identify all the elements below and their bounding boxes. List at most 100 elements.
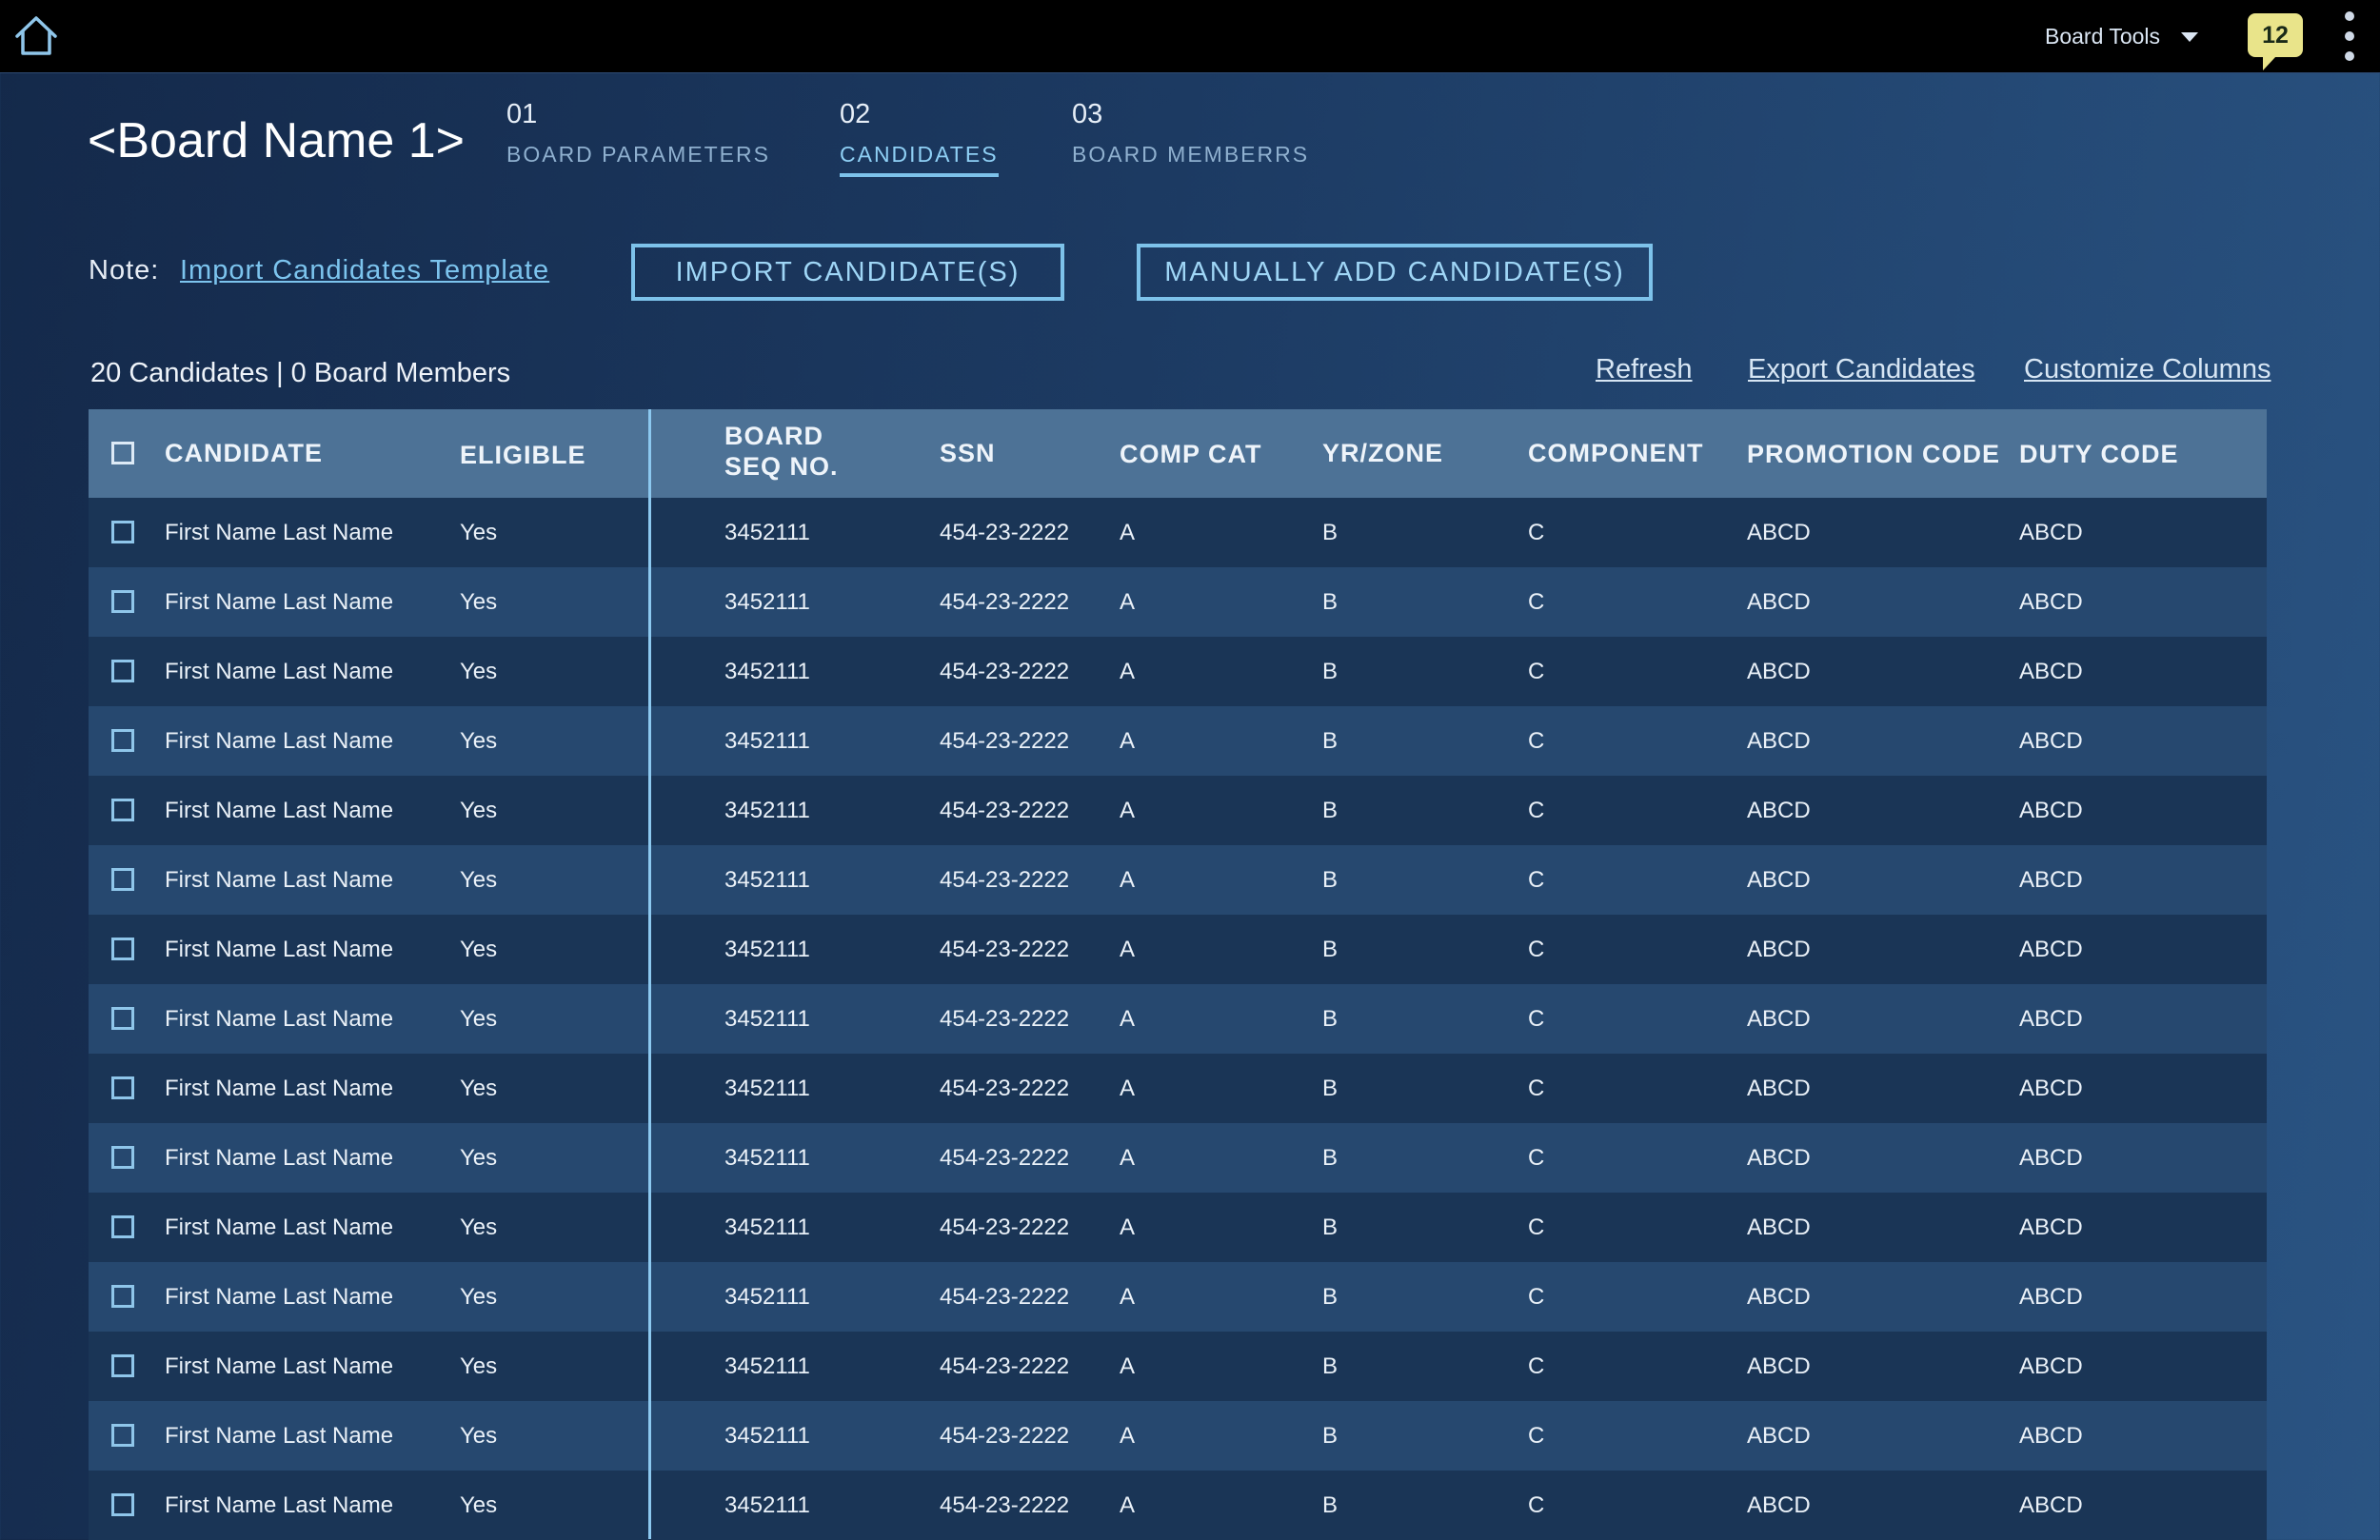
table-row[interactable]: First Name Last Name Yes 3452111 454-23-222…	[89, 845, 2267, 915]
cell-eligible: Yes	[460, 728, 498, 754]
table-row[interactable]: First Name Last Name Yes 3452111 454-23-222…	[89, 776, 2267, 845]
row-checkbox[interactable]	[111, 590, 134, 613]
cell-comp-cat: A	[1120, 937, 1136, 962]
table-row[interactable]: First Name Last Name Yes 3452111 454-23-222…	[89, 1054, 2267, 1123]
row-checkbox[interactable]	[111, 729, 134, 752]
table-row[interactable]: First Name Last Name Yes 3452111 454-23-222…	[89, 706, 2267, 776]
column-header-promotion-code[interactable]: PROMOTION CODE	[1747, 439, 2000, 469]
column-header-component[interactable]: COMPONENT	[1528, 438, 1704, 468]
cell-yr-zone: B	[1322, 867, 1339, 893]
column-header-board-seq[interactable]: BOARD SEQ NO.	[724, 421, 839, 482]
row-checkbox[interactable]	[111, 799, 134, 821]
cell-board-seq: 3452111	[724, 937, 810, 962]
step-candidates[interactable]: 02 CANDIDATES	[840, 99, 999, 177]
table-row[interactable]: First Name Last Name Yes 3452111 454-23-222…	[89, 1471, 2267, 1540]
cell-component: C	[1528, 937, 1545, 962]
table-row[interactable]: First Name Last Name Yes 3452111 454-23-222…	[89, 984, 2267, 1054]
cell-duty-code: ABCD	[2019, 1423, 2083, 1449]
table-row[interactable]: First Name Last Name Yes 3452111 454-23-222…	[89, 1123, 2267, 1193]
table-row[interactable]: First Name Last Name Yes 3452111 454-23-222…	[89, 567, 2267, 637]
cell-eligible: Yes	[460, 659, 498, 684]
step-board-members[interactable]: 03 BOARD MEMBERRS	[1072, 99, 1309, 168]
column-header-duty-code[interactable]: DUTY CODE	[2019, 439, 2179, 469]
home-icon[interactable]	[13, 13, 59, 57]
table-row[interactable]: First Name Last Name Yes 3452111 454-23-222…	[89, 1401, 2267, 1471]
top-bar: Board Tools 12	[0, 0, 2380, 73]
cell-duty-code: ABCD	[2019, 1006, 2083, 1032]
cell-candidate: First Name Last Name	[165, 728, 394, 754]
row-checkbox[interactable]	[111, 1354, 134, 1377]
cell-component: C	[1528, 728, 1545, 754]
cell-eligible: Yes	[460, 1076, 498, 1101]
row-checkbox[interactable]	[111, 1007, 134, 1030]
manually-add-candidates-button[interactable]: MANUALLY ADD CANDIDATE(S)	[1137, 244, 1653, 301]
row-checkbox[interactable]	[111, 938, 134, 960]
import-template-link[interactable]: Import Candidates Template	[180, 255, 549, 286]
header-line: SEQ NO.	[724, 452, 839, 481]
cell-component: C	[1528, 659, 1545, 684]
column-header-ssn[interactable]: SSN	[940, 438, 996, 468]
cell-ssn: 454-23-2222	[940, 1284, 1070, 1310]
cell-promotion-code: ABCD	[1747, 1423, 1811, 1449]
column-divider	[648, 409, 651, 1539]
step-label: CANDIDATES	[840, 142, 999, 167]
table-row[interactable]: First Name Last Name Yes 3452111 454-23-222…	[89, 498, 2267, 567]
cell-promotion-code: ABCD	[1747, 1145, 1811, 1171]
cell-yr-zone: B	[1322, 1006, 1339, 1032]
vertical-ellipsis-icon[interactable]	[2340, 11, 2359, 61]
column-header-candidate[interactable]: CANDIDATE	[165, 438, 323, 468]
column-header-yr-zone[interactable]: YR/ZONE	[1322, 438, 1443, 468]
table-row[interactable]: First Name Last Name Yes 3452111 454-23-222…	[89, 915, 2267, 984]
row-checkbox[interactable]	[111, 1285, 134, 1308]
step-number: 01	[506, 99, 538, 129]
select-all-checkbox[interactable]	[111, 442, 134, 464]
cell-duty-code: ABCD	[2019, 520, 2083, 545]
chevron-down-icon	[2181, 32, 2199, 42]
cell-ssn: 454-23-2222	[940, 659, 1070, 684]
cell-promotion-code: ABCD	[1747, 728, 1811, 754]
cell-component: C	[1528, 1214, 1545, 1240]
cell-ssn: 454-23-2222	[940, 798, 1070, 823]
cell-ssn: 454-23-2222	[940, 1076, 1070, 1101]
cell-board-seq: 3452111	[724, 1423, 810, 1449]
cell-candidate: First Name Last Name	[165, 1284, 394, 1310]
row-checkbox[interactable]	[111, 1146, 134, 1169]
cell-yr-zone: B	[1322, 1284, 1339, 1310]
customize-columns-link[interactable]: Customize Columns	[2024, 354, 2271, 385]
cell-comp-cat: A	[1120, 798, 1136, 823]
cell-comp-cat: A	[1120, 659, 1136, 684]
row-checkbox[interactable]	[111, 1215, 134, 1238]
row-checkbox[interactable]	[111, 1424, 134, 1447]
table-row[interactable]: First Name Last Name Yes 3452111 454-23-222…	[89, 1193, 2267, 1262]
step-label: BOARD MEMBERRS	[1072, 142, 1310, 167]
note-label: Note:	[89, 255, 160, 286]
table-row[interactable]: First Name Last Name Yes 3452111 454-23-222…	[89, 637, 2267, 706]
cell-comp-cat: A	[1120, 867, 1136, 893]
row-checkbox[interactable]	[111, 521, 134, 543]
cell-candidate: First Name Last Name	[165, 520, 394, 545]
table-row[interactable]: First Name Last Name Yes 3452111 454-23-222…	[89, 1262, 2267, 1332]
table-row[interactable]: First Name Last Name Yes 3452111 454-23-222…	[89, 1332, 2267, 1401]
step-board-parameters[interactable]: 01 BOARD PARAMETERS	[506, 99, 770, 168]
cell-yr-zone: B	[1322, 1145, 1339, 1171]
board-tools-label: Board Tools	[2045, 23, 2161, 49]
cell-candidate: First Name Last Name	[165, 1353, 394, 1379]
cell-board-seq: 3452111	[724, 728, 810, 754]
row-checkbox[interactable]	[111, 1076, 134, 1099]
cell-promotion-code: ABCD	[1747, 520, 1811, 545]
export-candidates-link[interactable]: Export Candidates	[1748, 354, 1975, 385]
cell-component: C	[1528, 1353, 1545, 1379]
row-checkbox[interactable]	[111, 660, 134, 682]
column-header-eligible[interactable]: ELIGIBLE	[460, 440, 586, 470]
refresh-link[interactable]: Refresh	[1596, 354, 1693, 385]
row-checkbox[interactable]	[111, 868, 134, 891]
cell-yr-zone: B	[1322, 589, 1339, 615]
board-tools-dropdown[interactable]: Board Tools	[2045, 19, 2199, 53]
import-candidates-button[interactable]: IMPORT CANDIDATE(S)	[631, 244, 1064, 301]
cell-comp-cat: A	[1120, 1076, 1136, 1101]
notification-badge[interactable]: 12	[2248, 13, 2303, 70]
cell-comp-cat: A	[1120, 728, 1136, 754]
column-header-comp-cat[interactable]: COMP CAT	[1120, 439, 1262, 469]
cell-promotion-code: ABCD	[1747, 1006, 1811, 1032]
row-checkbox[interactable]	[111, 1493, 134, 1516]
